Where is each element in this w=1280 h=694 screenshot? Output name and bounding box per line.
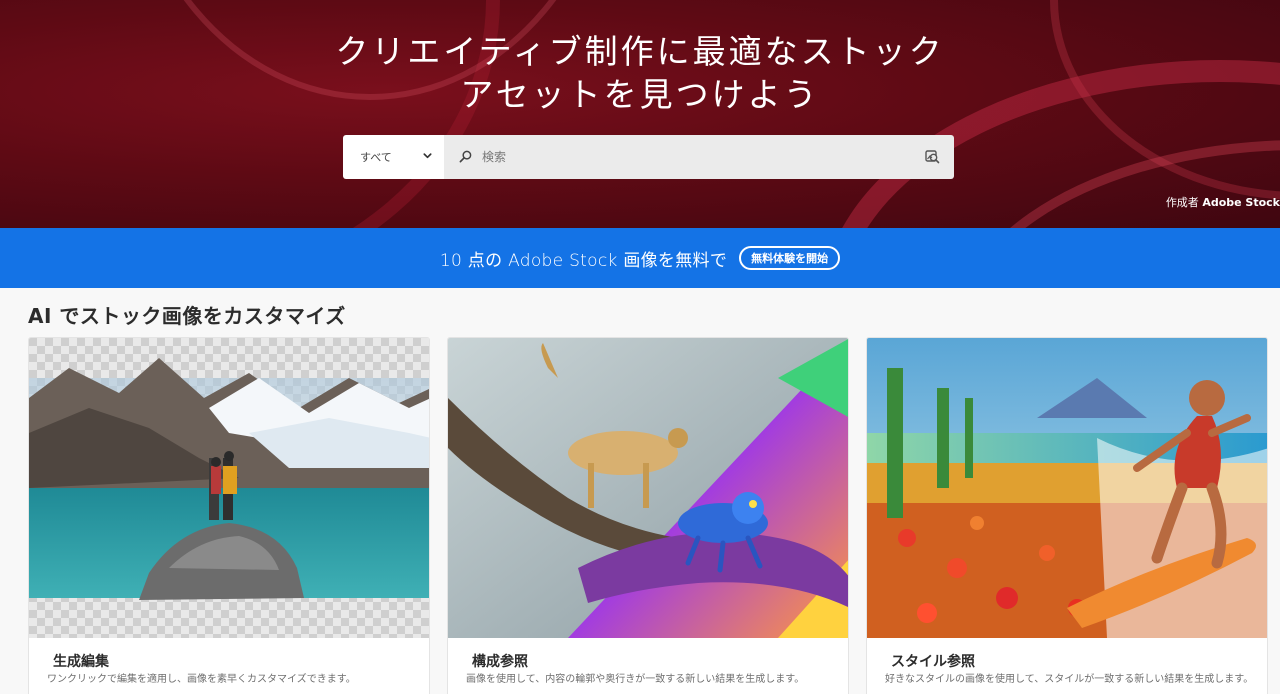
search-scope-dropdown[interactable]: すべて	[343, 135, 444, 179]
start-trial-button[interactable]: 無料体験を開始	[739, 246, 841, 270]
hero-credit: 作成者 Adobe Stock	[1166, 194, 1280, 210]
card-image-style-reference	[867, 338, 1267, 638]
chevron-down-icon	[423, 153, 432, 159]
free-trial-banner: 10 点の Adobe Stock 画像を無料で 無料体験を開始	[0, 228, 1280, 288]
card-title: 生成編集	[53, 654, 109, 670]
credit-prefix: 作成者	[1165, 196, 1199, 209]
search-bar: すべて	[343, 135, 954, 179]
search-scope-value: すべて	[360, 151, 392, 164]
search-field	[444, 135, 954, 179]
section-title: AI でストック画像をカスタマイズ	[28, 304, 346, 328]
hero-banner: クリエイティブ制作に最適なストック アセットを見つけよう すべて 作成者	[0, 0, 1280, 228]
card-description: ワンクリックで編集を適用し、画像を素早くカスタマイズできます。	[47, 674, 356, 685]
card-description: 好きなスタイルの画像を使用して、スタイルが一致する新しい結果を生成します。	[885, 674, 1254, 685]
card-image-composition-reference	[448, 338, 848, 638]
hero-title-line2: アセットを見つけよう	[460, 75, 820, 114]
visual-search-icon[interactable]	[924, 148, 940, 164]
search-icon	[459, 150, 472, 163]
feature-card-style-reference[interactable]: スタイル参照 好きなスタイルの画像を使用して、スタイルが一致する新しい結果を生成…	[866, 337, 1268, 694]
card-title: スタイル参照	[891, 654, 975, 670]
hero-title: クリエイティブ制作に最適なストック アセットを見つけよう	[0, 30, 1280, 116]
card-description: 画像を使用して、内容の輪郭や奥行きが一致する新しい結果を生成します。	[466, 674, 805, 685]
free-trial-text: 10 点の Adobe Stock 画像を無料で	[439, 250, 728, 271]
hero-title-line1: クリエイティブ制作に最適なストック	[335, 32, 945, 71]
card-title: 構成参照	[472, 654, 528, 670]
feature-card-composition-reference[interactable]: 構成参照 画像を使用して、内容の輪郭や奥行きが一致する新しい結果を生成します。	[447, 337, 849, 694]
card-image-generative-edit	[29, 338, 429, 638]
search-input[interactable]	[444, 135, 954, 179]
feature-card-generative-edit[interactable]: 生成編集 ワンクリックで編集を適用し、画像を素早くカスタマイズできます。	[28, 337, 430, 694]
credit-author-link[interactable]: Adobe Stock	[1202, 196, 1280, 209]
